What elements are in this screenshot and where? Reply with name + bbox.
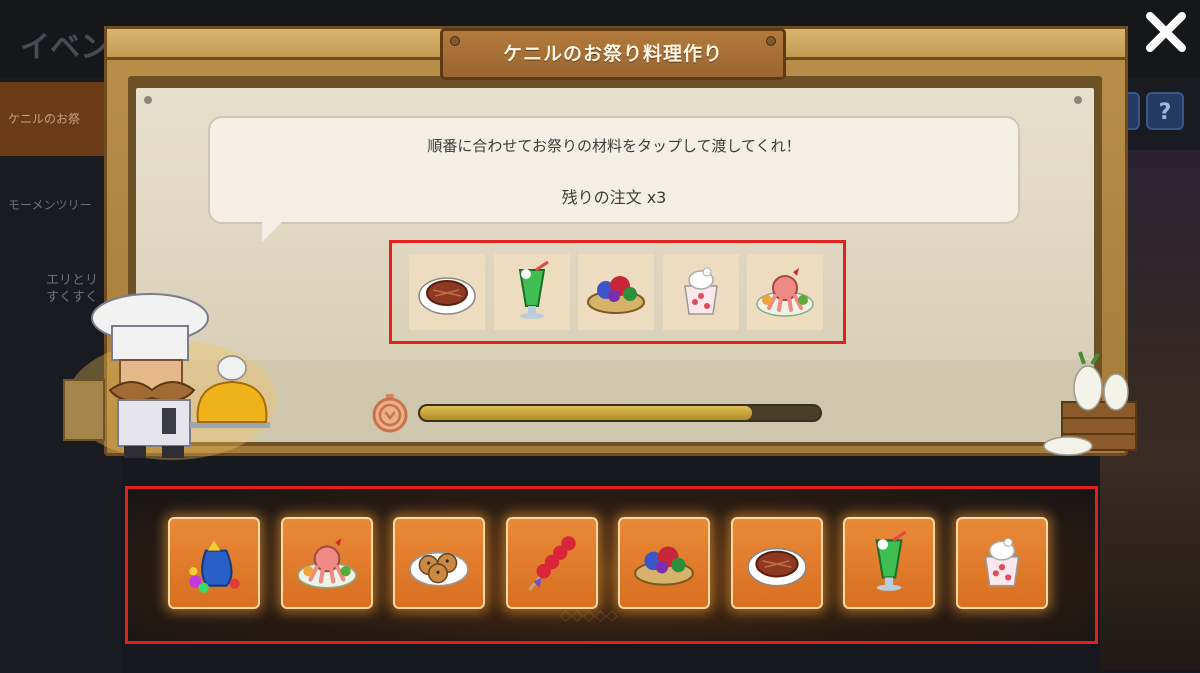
speech-bubble-tail [262,220,284,242]
ingredient-button[interactable] [505,517,598,609]
candied-fruit-skewer-icon [519,530,585,596]
close-icon [1146,12,1186,52]
ingredient-tray-highlight [125,486,1098,644]
background-sidebar-item: ケニルのお祭 [8,112,81,126]
background-header-title: イベン [20,30,110,65]
background-help-button: ? [1146,92,1184,130]
candy-bag-icon [181,530,247,596]
cookies-icon [406,530,472,596]
ingredient-button[interactable] [730,517,823,609]
ingredient-button[interactable] [168,517,260,609]
background-sidebar-item: モーメンツリー [8,198,92,212]
radish-crate-icon [1040,350,1150,460]
order-slot [747,254,823,330]
order-slot [662,254,739,330]
parfait-icon [669,260,733,324]
close-button[interactable] [1142,8,1190,56]
grape-cake-icon [631,530,697,596]
parfait-icon [969,530,1035,596]
octopus-sausage-icon [753,260,817,324]
grape-cake-icon [584,260,648,324]
ingredient-button[interactable] [393,517,485,609]
melon-soda-icon [500,260,564,324]
timer-bar-fill [420,406,752,420]
order-slot [409,254,485,330]
remaining-orders-text: 残りの注文 x3 [561,188,667,207]
ingredient-button[interactable] [280,517,373,609]
ingredient-button[interactable] [955,517,1048,609]
ingredient-button[interactable] [618,517,710,609]
melon-soda-icon [856,530,922,596]
order-slot [578,254,654,330]
timer-bar [418,404,822,422]
pin-icon [144,96,152,104]
ingredient-button[interactable] [843,517,935,609]
stopwatch-icon [370,393,410,433]
page-title: ケニルのお祭り料理作り [502,43,723,65]
steak-icon [744,530,810,596]
pin-icon [1074,96,1082,104]
order-slot [493,254,570,330]
octopus-sausage-icon [294,530,360,596]
steak-icon [415,260,479,324]
instruction-text: 順番に合わせてお祭りの材料をタップして渡してくれ！ [427,137,801,155]
chef-character-icon [62,290,282,460]
